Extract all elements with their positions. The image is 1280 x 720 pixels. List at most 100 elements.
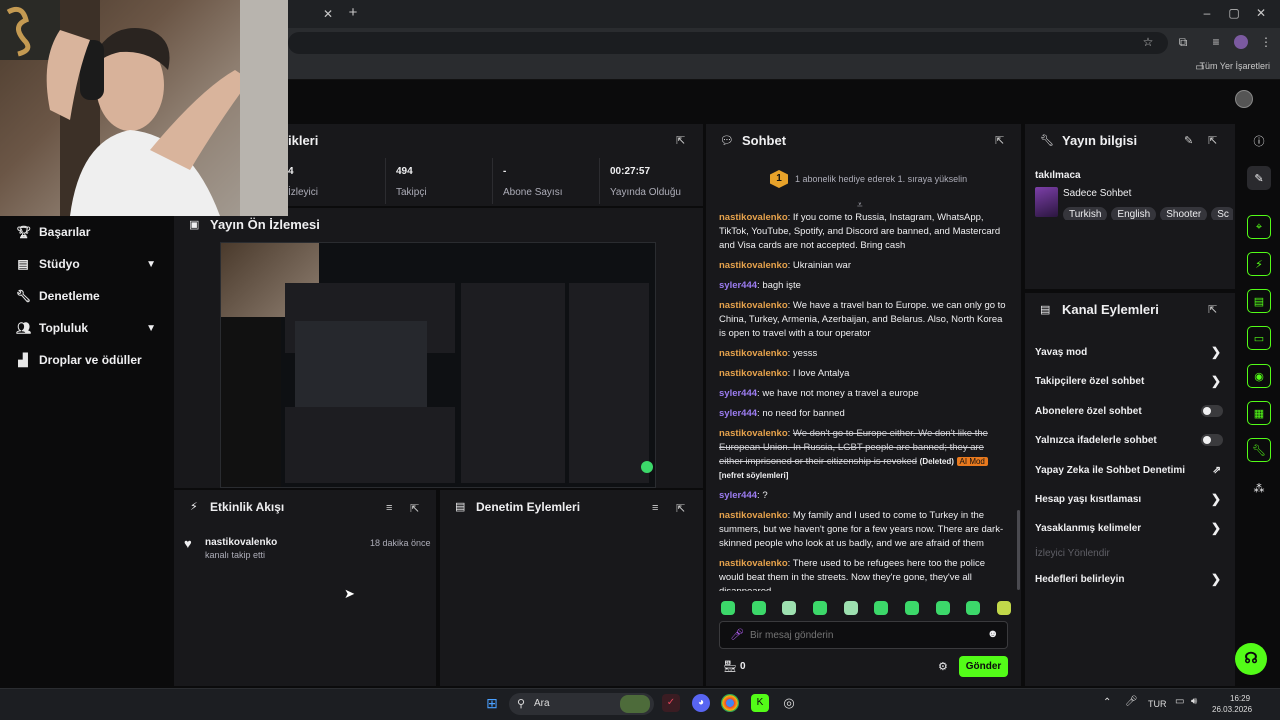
all-bookmarks-label[interactable]: Tüm Yer İşaretleri bbox=[1199, 61, 1270, 71]
gift-prompt[interactable]: 1 abonelik hediye ederek 1. sıraya yükse… bbox=[795, 174, 967, 184]
stream-preview-video[interactable] bbox=[220, 242, 656, 488]
tag[interactable]: English bbox=[1111, 207, 1157, 220]
tray-mic-icon[interactable]: 🎤︎ bbox=[1125, 696, 1138, 707]
maximize-icon[interactable]: ▢ bbox=[1226, 5, 1242, 21]
support-headset-icon[interactable]: ☊ bbox=[1235, 643, 1267, 675]
app-icon[interactable]: ✓ bbox=[662, 694, 680, 712]
chat-username[interactable]: nastikovalenko bbox=[719, 260, 788, 271]
chrome-icon[interactable] bbox=[721, 694, 739, 712]
tag[interactable]: Turkish bbox=[1063, 207, 1108, 220]
emote-only-toggle[interactable] bbox=[1201, 434, 1223, 446]
chat-username[interactable]: syler444 bbox=[719, 280, 757, 291]
taskbar-search-box[interactable]: ⚲ Ara bbox=[509, 693, 654, 715]
send-button[interactable]: Gönder bbox=[959, 656, 1008, 677]
tag[interactable]: Sc bbox=[1211, 207, 1233, 220]
chat-icon[interactable]: ▭ bbox=[1247, 326, 1271, 350]
chevron-down-icon: ▼ bbox=[146, 322, 156, 334]
category-name[interactable]: Sadece Sohbet bbox=[1063, 188, 1131, 199]
followers-only-row[interactable]: Takipçilere özel sohbet ❯ bbox=[1035, 371, 1225, 391]
chat-text: we have not money a travel a europe bbox=[762, 388, 919, 399]
wrench-icon[interactable]: 🔧︎ bbox=[1247, 438, 1271, 462]
clock-date[interactable]: 26.03.2026 bbox=[1212, 705, 1252, 714]
obs-icon[interactable]: ◎ bbox=[780, 694, 798, 712]
browser-menu-icon[interactable]: ⋮ bbox=[1258, 34, 1274, 50]
chat-username[interactable]: nastikovalenko bbox=[719, 510, 788, 521]
edit-icon[interactable]: ✎ bbox=[1184, 134, 1193, 147]
chat-username[interactable]: nastikovalenko bbox=[719, 428, 788, 439]
event-user[interactable]: nastikovalenko bbox=[205, 537, 277, 548]
chat-settings-icon[interactable]: ⚙ bbox=[938, 660, 948, 673]
chat-username[interactable]: nastikovalenko bbox=[719, 368, 788, 379]
sidebar-item-studio[interactable]: ▤ Stüdyo ▼ bbox=[0, 248, 172, 280]
network-icon[interactable]: ▭ bbox=[1175, 696, 1184, 707]
clock-time[interactable]: 16:29 bbox=[1230, 694, 1250, 703]
media-icon[interactable]: ≡ bbox=[1208, 34, 1224, 50]
filter-icon[interactable]: ≡ bbox=[652, 502, 658, 514]
emote-icon[interactable] bbox=[935, 601, 950, 615]
close-tab-icon[interactable]: ✕ bbox=[320, 6, 336, 22]
document-icon[interactable]: ▤ bbox=[1247, 289, 1271, 313]
extensions-icon[interactable]: ⧉ bbox=[1175, 34, 1191, 50]
popout-icon[interactable]: ⇱ bbox=[410, 502, 419, 515]
subscribers-only-toggle[interactable] bbox=[1201, 405, 1223, 417]
popout-icon[interactable]: ⇱ bbox=[676, 502, 685, 515]
info-icon[interactable]: ⓘ bbox=[1247, 129, 1271, 153]
account-age-row[interactable]: Hesap yaşı kısıtlaması ❯ bbox=[1035, 489, 1225, 509]
target-icon[interactable]: ⌖ bbox=[1247, 215, 1271, 239]
popout-icon[interactable]: ⇱ bbox=[676, 134, 685, 147]
emote-icon[interactable] bbox=[782, 601, 797, 615]
microphone-icon[interactable]: 🎤︎ bbox=[730, 628, 744, 641]
chat-message-input[interactable] bbox=[750, 626, 970, 644]
minimize-icon[interactable]: – bbox=[1199, 5, 1215, 21]
sidebar-item-moderation[interactable]: 🔧︎ Denetleme bbox=[0, 280, 172, 312]
windows-start-icon[interactable]: ⊞ bbox=[483, 694, 501, 712]
emote-icon[interactable] bbox=[721, 601, 735, 615]
emote-icon[interactable] bbox=[751, 601, 766, 615]
popout-icon[interactable]: ⇱ bbox=[1208, 303, 1217, 316]
chat-scrollbar[interactable] bbox=[1017, 510, 1020, 590]
sidebar-item-achievements[interactable]: 🏆︎ Başarılar bbox=[0, 216, 172, 248]
emote-icon[interactable] bbox=[843, 601, 858, 615]
discord-icon[interactable]: ◕ bbox=[692, 694, 710, 712]
slow-mode-row[interactable]: Yavaş mod ❯ bbox=[1035, 342, 1225, 362]
chat-username[interactable]: nastikovalenko bbox=[719, 348, 788, 359]
sidebar-item-community[interactable]: 👥︎ Topluluk ▼ bbox=[0, 312, 172, 344]
filter-icon[interactable]: ≡ bbox=[386, 502, 392, 514]
chat-username[interactable]: syler444 bbox=[719, 408, 757, 419]
lightning-icon[interactable]: ⚡︎ bbox=[1247, 252, 1271, 276]
kick-app-icon[interactable]: K bbox=[751, 694, 769, 712]
layout-icon[interactable]: ▦ bbox=[1247, 401, 1271, 425]
language-indicator[interactable]: TUR bbox=[1148, 699, 1167, 709]
emoji-picker-icon[interactable]: ☻ bbox=[987, 628, 999, 640]
new-tab-button[interactable]: + bbox=[345, 5, 361, 21]
apps-icon[interactable]: ⁂ bbox=[1247, 476, 1271, 500]
tag[interactable]: Shooter bbox=[1160, 207, 1208, 220]
address-input[interactable] bbox=[288, 32, 1168, 54]
chat-username[interactable]: nastikovalenko bbox=[719, 212, 788, 223]
set-goals-row[interactable]: Hedefleri belirleyin ❯ bbox=[1035, 569, 1225, 589]
ai-moderation-row[interactable]: Yapay Zeka ile Sohbet Denetimi ⇗ bbox=[1035, 460, 1225, 480]
close-window-icon[interactable]: ✕ bbox=[1253, 5, 1269, 21]
emote-icon[interactable] bbox=[904, 601, 919, 615]
volume-icon[interactable]: 🔊︎ bbox=[1191, 696, 1197, 707]
popout-icon[interactable]: ⇱ bbox=[1208, 134, 1217, 147]
broadcast-icon[interactable]: ◉ bbox=[1247, 364, 1271, 388]
bookmark-star-icon[interactable]: ☆ bbox=[1140, 34, 1156, 50]
emote-icon[interactable] bbox=[874, 601, 889, 615]
chat-username[interactable]: syler444 bbox=[719, 388, 757, 399]
chat-username[interactable]: nastikovalenko bbox=[719, 300, 788, 311]
scroll-down-icon[interactable]: ⩡ bbox=[857, 200, 863, 211]
edit-icon[interactable]: ✎ bbox=[1247, 166, 1271, 190]
emote-icon[interactable] bbox=[812, 601, 827, 615]
popout-icon[interactable]: ⇱ bbox=[995, 134, 1004, 147]
tray-expand-icon[interactable]: ⌃ bbox=[1103, 697, 1111, 708]
profile-avatar[interactable] bbox=[1234, 35, 1248, 49]
chat-username[interactable]: syler444 bbox=[719, 490, 757, 501]
emote-icon[interactable] bbox=[966, 601, 981, 615]
store-icon[interactable]: 🏪︎ bbox=[723, 660, 737, 673]
emote-icon[interactable] bbox=[996, 601, 1011, 615]
user-avatar[interactable] bbox=[1235, 90, 1253, 108]
chat-username[interactable]: nastikovalenko bbox=[719, 558, 788, 569]
sidebar-item-drops[interactable]: ▟ Droplar ve ödüller bbox=[0, 344, 172, 376]
banned-words-row[interactable]: Yasaklanmış kelimeler ❯ bbox=[1035, 518, 1225, 538]
